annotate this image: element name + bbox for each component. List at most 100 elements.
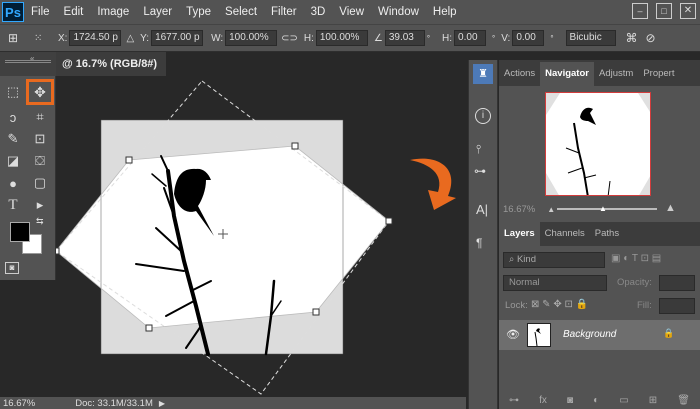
menu-3d[interactable]: 3D [304,0,333,24]
menu-edit[interactable]: Edit [57,0,91,24]
menu-layer[interactable]: Layer [136,0,179,24]
layer-row-background[interactable]: 👁 Background 🔒 [499,320,700,350]
opacity-field[interactable] [659,275,695,291]
transform-handle [291,142,299,150]
menu-select[interactable]: Select [218,0,264,24]
pixel-filter-icon[interactable]: ▣ ◐ T ⊡ ▤ [611,253,661,264]
lock-row: Lock: ⊠ ✎ ✥ ⊡ 🔒 Fill: [499,297,700,315]
toolbar-grip[interactable] [5,60,51,63]
link-layers-icon[interactable]: ⊶ [509,395,519,406]
document-tab[interactable]: @ 16.7% (RGB/8#) [56,52,166,76]
document-canvas[interactable] [56,76,466,396]
type-tool-icon[interactable]: T [3,195,23,215]
move-tool-icon[interactable]: ✥ [26,79,54,105]
top-panel-tabs: Actions Navigator Adjustm Propert [499,60,700,86]
transform-handle [125,156,133,164]
menu-window[interactable]: Window [371,0,426,24]
width-field[interactable]: 100.00% [225,30,278,46]
kind-label: Kind [516,254,536,265]
shape-tool-icon[interactable]: ▢ [30,173,50,193]
info-panel-icon[interactable]: i [475,108,491,124]
paint-bucket-icon[interactable]: ⛋ [30,151,50,171]
height-field[interactable]: 100.00% [315,30,368,46]
quick-mask-icon[interactable]: ◙ [5,262,19,274]
photoshop-logo: Ps [2,2,24,22]
fill-label: Fill: [637,300,652,311]
menu-file[interactable]: File [24,0,57,24]
history-panel-icon[interactable]: ♜ [473,64,493,84]
zoom-slider[interactable] [557,208,657,210]
link-icon[interactable]: ⊂⊃ [281,33,298,44]
fx-icon[interactable]: fx [539,395,547,406]
fill-field[interactable] [659,298,695,314]
navigator-zoom[interactable]: 16.67% [503,204,535,215]
angle-field[interactable]: 39.03 [384,30,425,46]
blend-mode-select[interactable]: Normal [503,275,607,291]
zoom-level[interactable]: 16.67% [3,398,35,409]
add-mask-icon[interactable]: ◙ [567,395,573,406]
maximize-icon[interactable]: □ [656,3,672,19]
layer-name[interactable]: Background [563,329,616,340]
adjustment-layer-icon[interactable]: ◐ [593,395,599,406]
menu-help[interactable]: Help [426,0,464,24]
tab-channels[interactable]: Channels [540,222,590,246]
zoom-in-icon[interactable]: ▲ [665,202,676,214]
x-field[interactable]: 1724.50 p [69,30,122,46]
reference-point-icon[interactable]: ⁙ [34,33,52,44]
new-layer-icon[interactable]: ⊞ [649,395,657,406]
lasso-tool-icon[interactable]: ↄ [3,107,23,127]
panel-icon-strip: ♜ i ⫯ ⊶ A| ¶ [468,60,498,409]
zoom-slider-thumb[interactable]: ▲ [599,204,607,213]
vskew-field[interactable]: 0.00 [512,30,545,46]
new-group-icon[interactable]: ▭ [619,395,628,406]
status-arrow-icon[interactable]: ▶ [159,399,165,408]
visibility-eye-icon[interactable]: 👁 [506,328,520,341]
toolbar: ⬚ ✥ ↄ ⌗ ✎ ⊡ ◪ ⛋ ● ▢ T ▸ ⇆ ◙ [0,76,56,280]
toolbar-header: « [0,52,56,76]
y-field[interactable]: 1677.00 p [151,30,204,46]
stamp-tool-icon[interactable]: ⊡ [30,129,50,149]
marquee-tool-icon[interactable]: ⬚ [3,82,23,102]
minimize-icon[interactable]: – [632,3,648,19]
tab-navigator[interactable]: Navigator [540,62,594,86]
delta-icon: △ [126,32,135,44]
orange-arrow-annotation [410,158,456,210]
eraser-tool-icon[interactable]: ◪ [3,151,23,171]
brush-tool-icon[interactable]: ✎ [3,129,23,149]
kind-filter-select[interactable]: ⌕ Kind [503,252,605,268]
tab-properties[interactable]: Propert [638,62,679,86]
close-icon[interactable]: ✕ [680,3,696,19]
interpolation-select[interactable]: Bicubic [565,30,616,46]
navigator-thumbnail [546,93,650,195]
y-label: Y: [140,32,150,44]
delete-layer-icon[interactable]: 🗑 [677,395,690,406]
lock-icons[interactable]: ⊠ ✎ ✥ ⊡ 🔒 [531,299,588,310]
foreground-color-swatch[interactable] [10,222,30,242]
character-panel-icon[interactable]: A| [476,202,488,217]
swap-colors-icon[interactable]: ⇆ [36,216,44,227]
menu-view[interactable]: View [332,0,371,24]
zoom-out-icon[interactable]: ▲ [547,205,555,214]
cancel-transform-icon[interactable]: ⊘ [646,31,656,45]
paragraph-panel-icon[interactable]: ¶ [476,236,482,250]
crop-tool-icon[interactable]: ⌗ [30,107,50,127]
blur-tool-icon[interactable]: ● [3,173,23,193]
menu-image[interactable]: Image [90,0,136,24]
menu-filter[interactable]: Filter [264,0,304,24]
x-label: X: [58,32,68,44]
tab-paths[interactable]: Paths [590,222,624,246]
transform-tool-icon[interactable]: ⊞ [8,31,28,45]
path-selection-icon[interactable]: ▸ [30,195,50,215]
brushes-panel-icon[interactable]: ⫯ [476,142,481,157]
degree-symbol-h: ° [492,33,496,43]
h-label: H: [303,32,314,44]
tab-actions[interactable]: Actions [499,62,540,86]
tab-layers[interactable]: Layers [499,222,540,246]
search-icon: ⌕ [509,254,517,265]
warp-icon[interactable]: ⌘ [626,31,638,45]
navigator-preview[interactable] [545,92,651,196]
tab-adjustments[interactable]: Adjustm [594,62,638,86]
hskew-field[interactable]: 0.00 [454,30,487,46]
brush-settings-icon[interactable]: ⊶ [474,164,486,178]
menu-type[interactable]: Type [179,0,218,24]
